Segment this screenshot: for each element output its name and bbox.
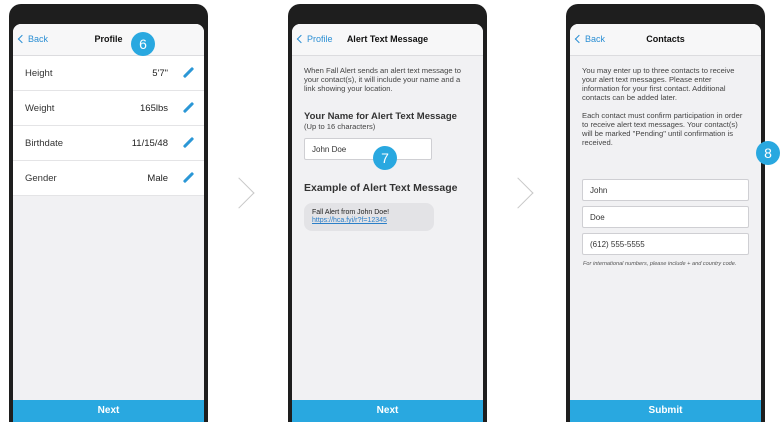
submit-button[interactable]: Submit [570, 400, 761, 422]
nav-bar: Profile Alert Text Message [292, 24, 483, 56]
alert-text-screen: Profile Alert Text Message When Fall Ale… [292, 24, 483, 422]
row-label: Weight [25, 102, 55, 114]
phone-input[interactable]: (612) 555-5555 [582, 233, 749, 255]
nav-bar: Back Contacts [570, 24, 761, 56]
next-button[interactable]: Next [292, 400, 483, 422]
row-value: Male [147, 172, 168, 184]
page-title: Alert Text Message [346, 34, 429, 44]
phone-profile: Back Profile Height 5'7" Weight 165lbs B… [9, 4, 208, 422]
pencil-icon[interactable] [182, 102, 194, 114]
pencil-icon[interactable] [182, 137, 194, 149]
pencil-icon[interactable] [182, 172, 194, 184]
profile-row-weight[interactable]: Weight 165lbs [13, 91, 204, 126]
profile-row-gender[interactable]: Gender Male [13, 161, 204, 196]
row-label: Birthdate [25, 137, 64, 149]
phone-alert-text: Profile Alert Text Message When Fall Ale… [288, 4, 487, 422]
profile-row-height[interactable]: Height 5'7" [13, 56, 204, 91]
step-badge-6: 6 [131, 32, 155, 56]
last-name-input[interactable]: Doe [582, 206, 749, 228]
name-input[interactable]: John Doe [304, 138, 432, 160]
intro-text: When Fall Alert sends an alert text mess… [304, 66, 462, 93]
name-subheading: (Up to 16 characters) [304, 122, 376, 131]
phone-contacts: Back Contacts You may enter up to three … [566, 4, 765, 422]
step-badge-8: 8 [756, 141, 780, 165]
row-label: Gender [25, 172, 57, 184]
chevron-right-icon [223, 177, 255, 209]
pencil-icon[interactable] [182, 67, 194, 79]
profile-row-birthdate[interactable]: Birthdate 11/15/48 [13, 126, 204, 161]
nav-bar: Back Profile [13, 24, 204, 56]
first-name-input[interactable]: John [582, 179, 749, 201]
page-title: Contacts [646, 34, 685, 44]
confirmation-text: Each contact must confirm participation … [582, 111, 743, 147]
intro-text: You may enter up to three contacts to re… [582, 66, 735, 102]
international-note: For international numbers, please includ… [583, 261, 737, 267]
example-heading: Example of Alert Text Message [304, 182, 458, 194]
row-label: Height [25, 67, 53, 79]
row-value: 5'7" [152, 67, 168, 79]
contacts-screen: Back Contacts You may enter up to three … [570, 24, 761, 422]
next-button[interactable]: Next [13, 400, 204, 422]
message-text: Fall Alert from John Doe! [312, 209, 390, 216]
chevron-right-icon [502, 177, 534, 209]
message-bubble: Fall Alert from John Doe! https://hca.fy… [304, 203, 434, 231]
row-value: 165lbs [140, 102, 168, 114]
profile-screen: Back Profile Height 5'7" Weight 165lbs B… [13, 24, 204, 422]
step-badge-7: 7 [373, 146, 397, 170]
row-value: 11/15/48 [131, 137, 168, 149]
profile-list: Height 5'7" Weight 165lbs Birthdate 11/1… [13, 56, 204, 196]
location-link[interactable]: https://hca.fyi/r?f=12345 [312, 217, 426, 225]
page-title: Profile [94, 34, 123, 44]
name-heading: Your Name for Alert Text Message [304, 111, 457, 122]
